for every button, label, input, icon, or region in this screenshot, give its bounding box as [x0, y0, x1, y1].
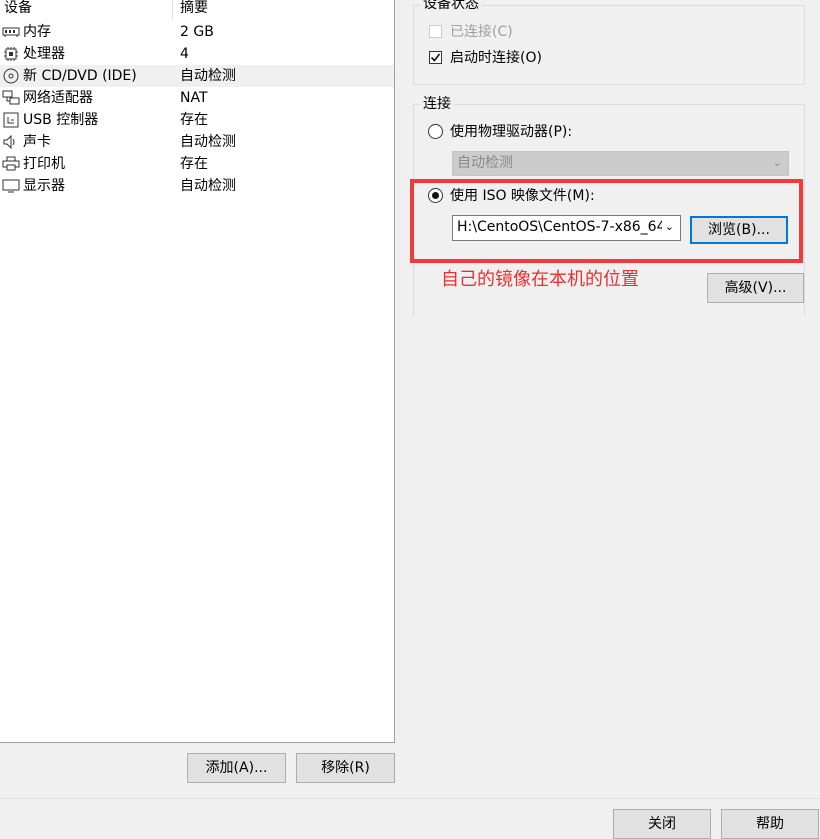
device-list: 设备 摘要 内存 2 GB 处理器 4 新 CD/DVD (IDE) 自动检测 …: [0, 0, 395, 743]
physical-drive-label: 使用物理驱动器(P):: [450, 124, 573, 140]
column-divider: [172, 0, 173, 20]
device-summary: 存在: [180, 112, 208, 128]
help-button[interactable]: 帮助: [721, 809, 819, 839]
sound-icon: [3, 134, 15, 150]
memory-icon: [2, 27, 20, 37]
device-row-processor[interactable]: 处理器 4: [0, 43, 394, 65]
device-row-monitor[interactable]: 显示器 自动检测: [0, 175, 394, 197]
device-row-printer[interactable]: 打印机 存在: [0, 153, 394, 175]
device-summary: 自动检测: [180, 178, 236, 194]
device-row-cd-dvd[interactable]: 新 CD/DVD (IDE) 自动检测: [0, 65, 394, 87]
device-row-memory[interactable]: 内存 2 GB: [0, 21, 394, 43]
monitor-icon: [2, 179, 20, 193]
device-name: USB 控制器: [23, 112, 99, 128]
device-name: 打印机: [23, 156, 65, 172]
device-name: 新 CD/DVD (IDE): [23, 68, 137, 84]
device-status-group: [413, 5, 805, 85]
device-row-sound[interactable]: 声卡 自动检测: [0, 131, 394, 153]
chevron-down-icon: ⌄: [772, 156, 782, 169]
connect-on-start-checkbox[interactable]: [429, 51, 442, 64]
device-name: 内存: [23, 24, 51, 40]
device-name: 显示器: [23, 178, 65, 194]
device-name: 处理器: [23, 46, 65, 62]
device-summary: 自动检测: [180, 68, 236, 84]
network-adapter-icon: [2, 90, 20, 105]
usb-icon: [3, 112, 19, 128]
close-button[interactable]: 关闭: [613, 809, 711, 839]
device-name: 声卡: [23, 134, 51, 150]
device-summary: 2 GB: [180, 24, 214, 40]
connection-title: 连接: [420, 96, 454, 112]
printer-icon: [2, 156, 20, 171]
highlight-box: [410, 179, 803, 263]
cd-dvd-icon: [3, 68, 19, 84]
processor-icon: [4, 47, 18, 61]
column-header-summary[interactable]: 摘要: [180, 0, 208, 20]
device-name: 网络适配器: [23, 90, 93, 106]
device-summary: NAT: [180, 90, 208, 106]
device-row-usb[interactable]: USB 控制器 存在: [0, 109, 394, 131]
physical-drive-value: 自动检测: [457, 155, 513, 171]
physical-drive-radio[interactable]: [428, 124, 443, 139]
checkmark-icon: [430, 53, 441, 62]
advanced-button[interactable]: 高级(V)...: [707, 273, 804, 303]
column-header-device[interactable]: 设备: [4, 0, 32, 20]
device-summary: 4: [180, 46, 189, 62]
device-status-title: 设备状态: [420, 0, 482, 12]
remove-device-button[interactable]: 移除(R): [296, 753, 395, 783]
device-summary: 自动检测: [180, 134, 236, 150]
annotation-text: 自己的镜像在本机的位置: [441, 269, 639, 290]
device-row-network[interactable]: 网络适配器 NAT: [0, 87, 394, 109]
connected-label: 已连接(C): [450, 24, 513, 40]
add-device-button[interactable]: 添加(A)...: [187, 753, 286, 783]
physical-drive-select[interactable]: 自动检测 ⌄: [452, 151, 789, 176]
device-summary: 存在: [180, 156, 208, 172]
connect-on-start-label: 启动时连接(O): [450, 50, 542, 66]
connected-checkbox[interactable]: [429, 25, 442, 38]
